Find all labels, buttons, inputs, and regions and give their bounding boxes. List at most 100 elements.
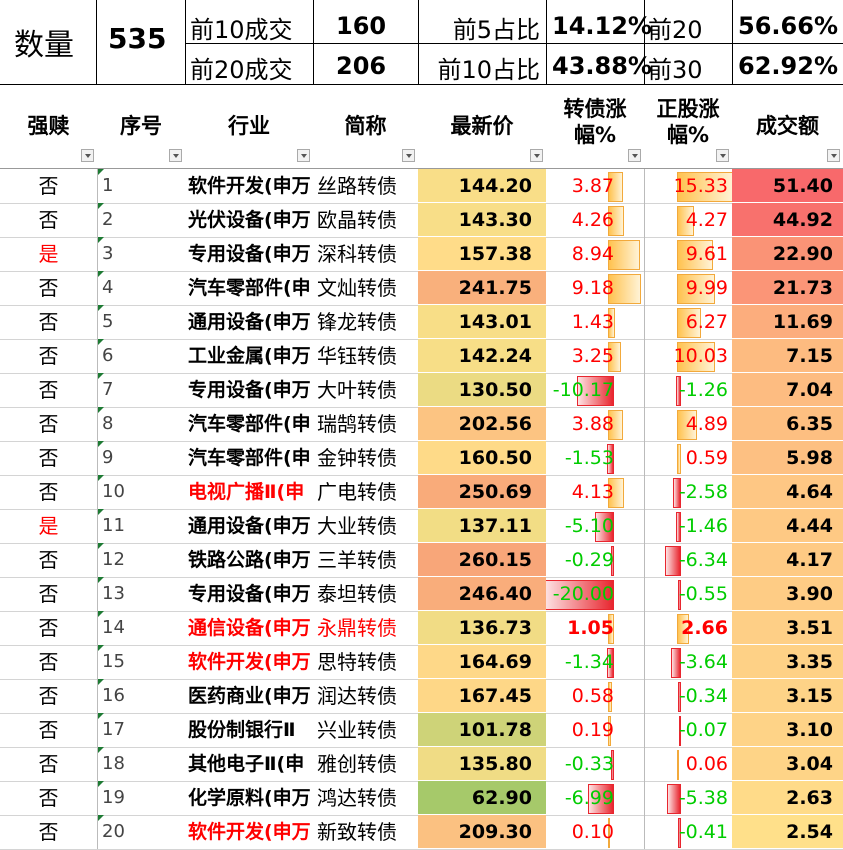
cell-volume[interactable]: 21.73	[732, 271, 843, 305]
cell-price[interactable]: 136.73	[418, 611, 546, 645]
cell-index[interactable]: 5	[97, 305, 185, 339]
cell-redeem[interactable]: 否	[0, 441, 97, 475]
cell-redeem[interactable]: 否	[0, 543, 97, 577]
cell-cb-change[interactable]: 1.05	[546, 611, 644, 645]
cell-index[interactable]: 19	[97, 781, 185, 815]
cell-industry[interactable]: 光伏设备(申万	[185, 203, 313, 237]
cell-redeem[interactable]: 否	[0, 169, 97, 203]
filter-dropdown-icon[interactable]	[297, 149, 310, 162]
cell-stock-change[interactable]: -1.26	[644, 373, 732, 407]
cell-stock-change[interactable]: -5.38	[644, 781, 732, 815]
cell-name[interactable]: 雅创转债	[313, 747, 418, 781]
cell-industry[interactable]: 软件开发(申万	[185, 645, 313, 679]
cell-redeem[interactable]: 否	[0, 305, 97, 339]
top10-volume-value[interactable]: 160	[336, 12, 386, 40]
top10-volume-label[interactable]: 前10成交	[190, 10, 293, 45]
cell-volume[interactable]: 3.35	[732, 645, 843, 679]
cell-stock-change[interactable]: -3.64	[644, 645, 732, 679]
top30-value[interactable]: 62.92%	[734, 52, 838, 80]
cell-redeem[interactable]: 否	[0, 713, 97, 747]
cell-stock-change[interactable]: -0.34	[644, 679, 732, 713]
cell-industry[interactable]: 软件开发(申万	[185, 169, 313, 203]
cell-cb-change[interactable]: 4.26	[546, 203, 644, 237]
table-row[interactable]: 否 1 软件开发(申万 丝路转债 144.20 3.87 15.33 51.40	[0, 169, 843, 204]
cell-cb-change[interactable]: -5.10	[546, 509, 644, 543]
cell-price[interactable]: 143.30	[418, 203, 546, 237]
cell-industry[interactable]: 通用设备(申万	[185, 509, 313, 543]
top30-label[interactable]: 前30	[648, 50, 703, 85]
cell-index[interactable]: 11	[97, 509, 185, 543]
cell-redeem[interactable]: 是	[0, 237, 97, 271]
cell-industry[interactable]: 工业金属(申万	[185, 339, 313, 373]
table-row[interactable]: 否 2 光伏设备(申万 欧晶转债 143.30 4.26 4.27 44.92	[0, 203, 843, 238]
cell-redeem[interactable]: 是	[0, 509, 97, 543]
header-name[interactable]: 简称	[313, 113, 418, 139]
cell-name[interactable]: 鸿达转债	[313, 781, 418, 815]
cell-index[interactable]: 14	[97, 611, 185, 645]
cell-industry[interactable]: 汽车零部件(申	[185, 441, 313, 475]
cell-name[interactable]: 丝路转债	[313, 169, 418, 203]
cell-stock-change[interactable]: -1.46	[644, 509, 732, 543]
cell-volume[interactable]: 44.92	[732, 203, 843, 237]
cell-price[interactable]: 160.50	[418, 441, 546, 475]
filter-dropdown-icon[interactable]	[628, 149, 641, 162]
cell-index[interactable]: 16	[97, 679, 185, 713]
cell-cb-change[interactable]: 3.25	[546, 339, 644, 373]
cell-industry[interactable]: 电视广播Ⅱ(申	[185, 475, 313, 509]
top5-share-label[interactable]: 前5占比	[420, 10, 540, 45]
cell-volume[interactable]: 7.15	[732, 339, 843, 373]
table-row[interactable]: 否 17 股份制银行Ⅱ 兴业转债 101.78 0.19 -0.07 3.10	[0, 713, 843, 748]
cell-industry[interactable]: 软件开发(申万	[185, 815, 313, 849]
cell-name[interactable]: 欧晶转债	[313, 203, 418, 237]
cell-volume[interactable]: 3.15	[732, 679, 843, 713]
table-row[interactable]: 否 20 软件开发(申万 新致转债 209.30 0.10 -0.41 2.54	[0, 815, 843, 850]
cell-name[interactable]: 金钟转债	[313, 441, 418, 475]
cell-industry[interactable]: 汽车零部件(申	[185, 271, 313, 305]
cell-name[interactable]: 华钰转债	[313, 339, 418, 373]
cell-price[interactable]: 241.75	[418, 271, 546, 305]
cell-price[interactable]: 246.40	[418, 577, 546, 611]
cell-stock-change[interactable]: 0.59	[644, 441, 732, 475]
cell-index[interactable]: 10	[97, 475, 185, 509]
cell-industry[interactable]: 其他电子Ⅱ(申	[185, 747, 313, 781]
cell-price[interactable]: 137.11	[418, 509, 546, 543]
cell-price[interactable]: 157.38	[418, 237, 546, 271]
sort-descending-icon[interactable]	[827, 149, 840, 162]
cell-price[interactable]: 135.80	[418, 747, 546, 781]
filter-dropdown-icon[interactable]	[530, 149, 543, 162]
cell-cb-change[interactable]: 0.19	[546, 713, 644, 747]
cell-name[interactable]: 泰坦转债	[313, 577, 418, 611]
cell-price[interactable]: 101.78	[418, 713, 546, 747]
cell-cb-change[interactable]: -20.00	[546, 577, 644, 611]
cell-volume[interactable]: 4.64	[732, 475, 843, 509]
table-row[interactable]: 否 19 化学原料(申万 鸿达转债 62.90 -6.99 -5.38 2.63	[0, 781, 843, 816]
cell-industry[interactable]: 汽车零部件(申	[185, 407, 313, 441]
header-redeem[interactable]: 强赎	[0, 113, 97, 139]
cell-name[interactable]: 深科转债	[313, 237, 418, 271]
cell-cb-change[interactable]: 0.58	[546, 679, 644, 713]
cell-index[interactable]: 1	[97, 169, 185, 203]
cell-name[interactable]: 大叶转债	[313, 373, 418, 407]
cell-name[interactable]: 广电转债	[313, 475, 418, 509]
cell-name[interactable]: 兴业转债	[313, 713, 418, 747]
cell-cb-change[interactable]: 0.10	[546, 815, 644, 849]
cell-stock-change[interactable]: 15.33	[644, 169, 732, 203]
cell-stock-change[interactable]: 6.27	[644, 305, 732, 339]
cell-price[interactable]: 142.24	[418, 339, 546, 373]
cell-stock-change[interactable]: 10.03	[644, 339, 732, 373]
cell-cb-change[interactable]: -1.53	[546, 441, 644, 475]
cell-cb-change[interactable]: -6.99	[546, 781, 644, 815]
cell-price[interactable]: 202.56	[418, 407, 546, 441]
top10-share-label[interactable]: 前10占比	[420, 50, 540, 85]
cell-name[interactable]: 润达转债	[313, 679, 418, 713]
top5-share-value[interactable]: 14.12%	[552, 12, 652, 40]
cell-cb-change[interactable]: 3.87	[546, 169, 644, 203]
cell-volume[interactable]: 51.40	[732, 169, 843, 203]
cell-volume[interactable]: 3.51	[732, 611, 843, 645]
cell-index[interactable]: 13	[97, 577, 185, 611]
table-row[interactable]: 否 7 专用设备(申万 大叶转债 130.50 -10.17 -1.26 7.04	[0, 373, 843, 408]
table-row[interactable]: 否 9 汽车零部件(申 金钟转债 160.50 -1.53 0.59 5.98	[0, 441, 843, 476]
cell-volume[interactable]: 4.17	[732, 543, 843, 577]
cell-index[interactable]: 18	[97, 747, 185, 781]
cell-index[interactable]: 4	[97, 271, 185, 305]
